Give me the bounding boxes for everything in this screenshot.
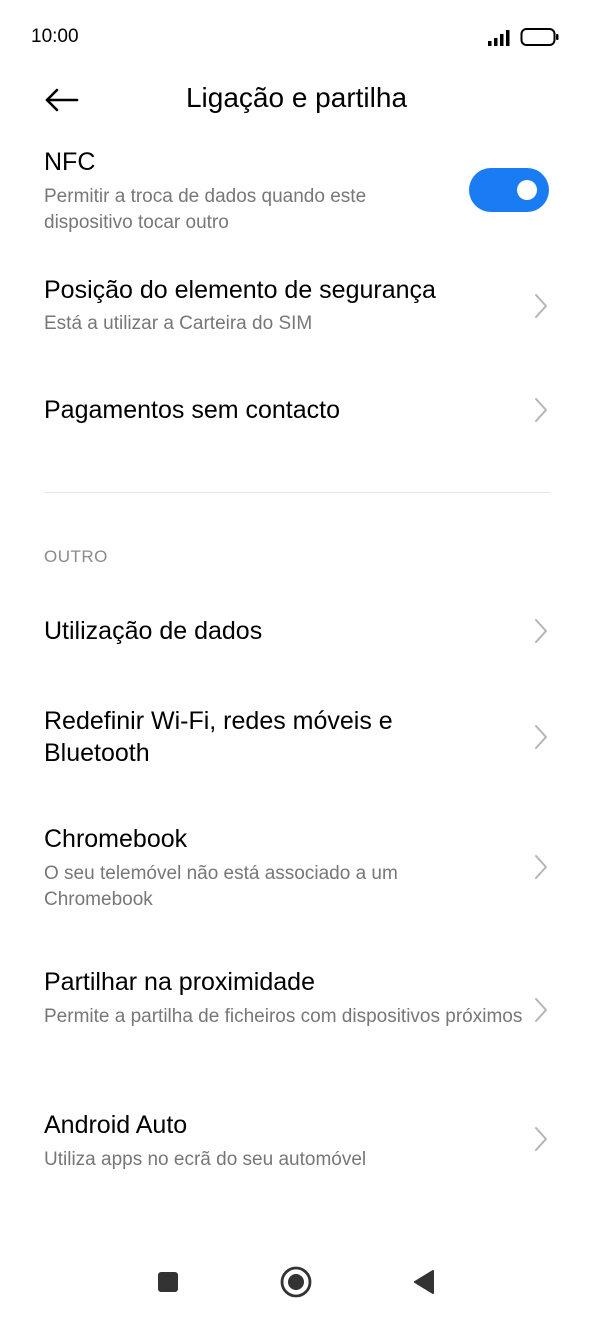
row-title: Utilização de dados [44, 617, 263, 645]
back-nav-button[interactable] [404, 1262, 444, 1302]
row-title: Partilhar na proximidade [44, 968, 315, 996]
chevron-right-icon [535, 725, 547, 749]
battery-icon [520, 28, 559, 46]
section-label: OUTRO [44, 547, 108, 566]
row-title: Android Auto [44, 1111, 188, 1139]
toggle-knob [517, 180, 537, 200]
row-title: Pagamentos sem contacto [44, 396, 340, 424]
android-auto-row[interactable]: Android Auto Utiliza apps no ecrã do seu… [0, 1109, 593, 1175]
chromebook-row[interactable]: Chromebook O seu telemóvel não está asso… [0, 823, 593, 915]
row-title: Redefinir Wi-Fi, redes móveis e Bluetoot… [44, 707, 393, 767]
reset-network-row[interactable]: Redefinir Wi-Fi, redes móveis e Bluetoot… [0, 705, 593, 771]
row-subtitle: O seu telemóvel não está associado a um … [44, 863, 398, 910]
row-title: Chromebook [44, 825, 188, 853]
row-title: Posição do elemento de segurança [44, 276, 436, 304]
nfc-subtitle: Permitir a troca de dados quando este di… [44, 186, 367, 233]
status-time: 10:00 [31, 26, 79, 47]
chevron-right-icon [535, 619, 547, 643]
status-bar: 10:00 [0, 0, 593, 74]
row-subtitle: Utiliza apps no ecrã do seu automóvel [44, 1149, 367, 1170]
square-icon [158, 1272, 178, 1292]
home-button[interactable] [276, 1262, 316, 1302]
nfc-title: NFC [44, 148, 96, 176]
chevron-right-icon [535, 1127, 547, 1151]
back-triangle-icon [414, 1270, 434, 1294]
app-header: Ligação e partilha [0, 74, 593, 130]
row-subtitle: Permite a partilha de ficheiros com disp… [44, 1006, 523, 1027]
chevron-right-icon [535, 855, 547, 879]
contactless-payments-row[interactable]: Pagamentos sem contacto [0, 394, 593, 430]
data-usage-row[interactable]: Utilização de dados [0, 615, 593, 651]
row-subtitle: Está a utilizar a Carteira do SIM [44, 313, 313, 334]
chevron-right-icon [535, 294, 547, 318]
section-divider [44, 492, 550, 493]
secure-element-row[interactable]: Posição do elemento de segurança Está a … [0, 274, 593, 344]
recents-button[interactable] [148, 1262, 188, 1302]
navigation-bar [0, 1240, 593, 1318]
page-title: Ligação e partilha [185, 82, 408, 113]
nfc-toggle[interactable] [469, 168, 549, 212]
signal-icon [488, 30, 510, 46]
nearby-share-row[interactable]: Partilhar na proximidade Permite a parti… [0, 966, 593, 1058]
chevron-right-icon [535, 398, 547, 422]
home-circle-icon [280, 1266, 312, 1298]
chevron-right-icon [535, 998, 547, 1022]
